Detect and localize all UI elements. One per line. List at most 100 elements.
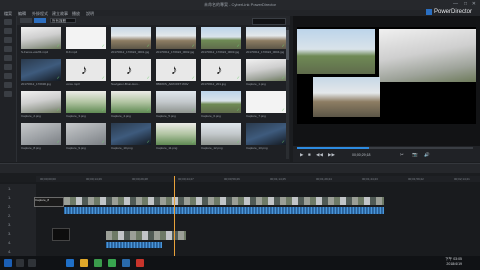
track-number: 1.: [8, 195, 12, 200]
track-number: 3.: [8, 231, 12, 236]
used-checkmark-icon: ✓: [146, 139, 150, 144]
library-item-label: Capture_12.png: [201, 146, 223, 150]
library-item-label: Capture_9.png: [66, 146, 86, 150]
audio-clip-track-3[interactable]: [106, 242, 162, 248]
taskbar-clock[interactable]: 下午 03:05 2018/4/19: [445, 257, 462, 267]
audio-clip-track-1[interactable]: [64, 207, 384, 214]
library-thumbnail[interactable]: ✓: [66, 27, 106, 49]
library-thumbnail[interactable]: ✓: [246, 123, 286, 145]
title-bar: 未命名的專案 - CyberLink PowerDirector — □ ✕: [0, 0, 480, 10]
ruler-tick-label: 00;02;14;21: [454, 177, 470, 181]
task-view-icon[interactable]: [28, 259, 36, 267]
used-checkmark-icon: ✓: [281, 75, 285, 80]
library-thumbnail[interactable]: ✓: [111, 91, 151, 113]
library-item-label: Capture_1.png: [246, 82, 266, 86]
title-room-icon[interactable]: [4, 55, 12, 61]
import-media-button[interactable]: [20, 18, 32, 23]
chapter-room-icon[interactable]: [4, 91, 12, 97]
library-item-label: Capture_5.png: [156, 114, 176, 118]
library-item-label: 20170612_170924_0003.jpg: [201, 50, 240, 54]
particle-room-icon[interactable]: [4, 46, 12, 52]
word-icon[interactable]: [122, 259, 130, 267]
timeline-playhead[interactable]: [174, 176, 175, 256]
media-filter-select[interactable]: 所有媒體: [50, 18, 76, 23]
library-thumbnail[interactable]: ♪ ✓: [201, 59, 241, 81]
pip-room-icon[interactable]: [4, 37, 12, 43]
library-thumbnail[interactable]: ✓: [111, 27, 151, 49]
ruler-tick-label: 00;00;44;27: [178, 177, 194, 181]
maximize-button[interactable]: □: [464, 1, 467, 7]
search-icon[interactable]: [16, 259, 24, 267]
library-thumbnail[interactable]: ✓: [156, 123, 196, 145]
used-checkmark-icon: ✓: [146, 107, 150, 112]
library-thumbnail[interactable]: ♪ ✓: [66, 59, 106, 81]
library-item-label: 20170612_170924_0002.jpg: [156, 50, 195, 54]
library-item-label: Capture_10.png: [111, 146, 133, 150]
library-thumbnail[interactable]: ✓: [246, 27, 286, 49]
play-button[interactable]: ▶: [300, 152, 303, 158]
line-icon[interactable]: [108, 259, 116, 267]
ruler-tick-label: 00;01;44;23: [362, 177, 378, 181]
used-checkmark-icon: ✓: [56, 139, 60, 144]
music-note-icon: ♪: [81, 62, 88, 77]
library-item-label: Navigator-Brun-Hon...: [111, 82, 141, 86]
transition-room-icon[interactable]: [4, 64, 12, 70]
media-room-icon[interactable]: [4, 19, 12, 25]
previous-frame-button[interactable]: ◀◀: [316, 152, 323, 158]
library-thumbnail[interactable]: ♪ ✓: [111, 59, 151, 81]
voice-over-icon[interactable]: [4, 82, 12, 88]
close-button[interactable]: ✕: [472, 1, 476, 7]
title-clip[interactable]: Capture_8: [34, 197, 64, 207]
clock-date: 2018/4/19: [446, 262, 462, 266]
chrome-icon[interactable]: [94, 259, 102, 267]
library-thumbnail[interactable]: ✓: [21, 91, 61, 113]
audio-mixing-icon[interactable]: [4, 73, 12, 79]
stop-button[interactable]: ■: [308, 152, 311, 157]
used-checkmark-icon: ✓: [236, 107, 240, 112]
used-checkmark-icon: ✓: [101, 75, 105, 80]
edge-icon[interactable]: [66, 259, 74, 267]
powerdirector-task-icon[interactable]: [136, 259, 144, 267]
fx-room-icon[interactable]: [4, 28, 12, 34]
video-clip-track-1[interactable]: [64, 197, 384, 205]
used-checkmark-icon: ✓: [101, 107, 105, 112]
used-checkmark-icon: ✓: [236, 43, 240, 48]
library-thumbnail[interactable]: ✓: [21, 123, 61, 145]
start-icon[interactable]: [4, 259, 12, 267]
track-number: 4.: [8, 240, 12, 245]
library-thumbnail[interactable]: ✓: [246, 59, 286, 81]
used-checkmark-icon: ✓: [101, 43, 105, 48]
library-item-label: 20170612_201.jpg: [201, 82, 226, 86]
library-thumbnail[interactable]: ✓: [156, 27, 196, 49]
library-search-input[interactable]: [252, 18, 286, 25]
library-thumbnail[interactable]: ✓: [246, 91, 286, 113]
library-thumbnail[interactable]: ✓: [156, 91, 196, 113]
library-thumbnail[interactable]: ✓: [111, 123, 151, 145]
black-clip[interactable]: [52, 228, 70, 241]
library-scroll-thumb[interactable]: [286, 30, 289, 60]
used-checkmark-icon: ✓: [191, 139, 195, 144]
minimize-button[interactable]: —: [453, 1, 458, 7]
volume-button[interactable]: 🔊: [424, 152, 430, 158]
timecode-display: 00;00;29;18: [352, 153, 371, 157]
library-thumbnail[interactable]: ✓: [66, 123, 106, 145]
ruler-tick-label: 00;01;14;25: [270, 177, 286, 181]
library-thumbnail[interactable]: ✓: [21, 59, 61, 81]
used-checkmark-icon: ✓: [191, 107, 195, 112]
preview-seek-progress: [297, 147, 369, 149]
split-button[interactable]: ✂: [400, 152, 404, 158]
library-thumbnail[interactable]: ✓: [201, 27, 241, 49]
track-number: 2.: [8, 204, 12, 209]
snapshot-button[interactable]: 📷: [412, 152, 418, 158]
library-thumbnail[interactable]: ✓: [201, 123, 241, 145]
library-thumbnail[interactable]: ✓: [66, 91, 106, 113]
file-explorer-icon[interactable]: [80, 259, 88, 267]
library-thumbnail[interactable]: ✓: [21, 27, 61, 49]
ruler-tick-label: 00;00;00;00: [40, 177, 56, 181]
library-thumbnail[interactable]: ✓: [201, 91, 241, 113]
preview-canvas[interactable]: [297, 27, 476, 124]
library-view-tab[interactable]: [34, 18, 46, 23]
next-frame-button[interactable]: ▶▶: [328, 152, 335, 158]
library-item-label: Capture_4.png: [111, 114, 131, 118]
library-thumbnail[interactable]: ♪ ✓: [156, 59, 196, 81]
